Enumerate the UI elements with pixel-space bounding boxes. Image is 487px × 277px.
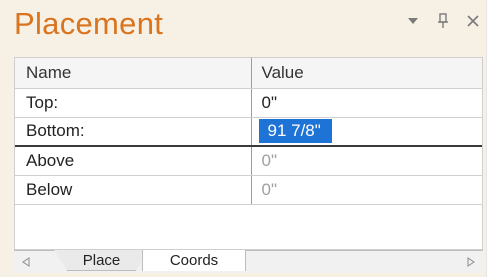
- tab-strip: Place Coords: [14, 250, 483, 273]
- tab-place[interactable]: Place: [54, 250, 149, 271]
- chevron-down-icon[interactable]: [405, 12, 421, 30]
- close-icon[interactable]: [465, 12, 481, 30]
- property-row-top[interactable]: Top: 0": [15, 88, 482, 118]
- property-value-above: 0": [251, 146, 482, 176]
- property-value-top[interactable]: 0": [251, 88, 482, 118]
- property-name: Below: [15, 175, 252, 205]
- bottom-value-input[interactable]: 91 7/8": [258, 119, 332, 144]
- panel-title-controls: [405, 12, 481, 30]
- panel-title: Placement: [14, 6, 164, 41]
- placement-panel: Placement Name Value Top: 0" Bottom: 91 …: [0, 0, 487, 277]
- property-name: Bottom:: [15, 117, 252, 147]
- property-row-below[interactable]: Below 0": [15, 175, 482, 205]
- panel-titlebar[interactable]: Placement: [0, 0, 487, 50]
- triangle-left-icon[interactable]: [20, 254, 32, 270]
- pin-icon[interactable]: [435, 12, 451, 30]
- property-value-bottom-cell[interactable]: 91 7/8": [251, 117, 482, 147]
- column-header-value[interactable]: Value: [251, 58, 482, 89]
- property-row-bottom[interactable]: Bottom: 91 7/8": [15, 117, 482, 147]
- tab-coords[interactable]: Coords: [142, 250, 246, 271]
- property-value-below: 0": [251, 175, 482, 205]
- property-row-above[interactable]: Above 0": [15, 146, 482, 176]
- triangle-right-icon[interactable]: [465, 254, 477, 270]
- column-header-name[interactable]: Name: [15, 58, 252, 89]
- grid-header-row: Name Value: [15, 58, 482, 89]
- property-grid: Name Value Top: 0" Bottom: 91 7/8" Above…: [14, 57, 483, 250]
- property-name: Top:: [15, 88, 252, 118]
- property-name: Above: [15, 146, 252, 176]
